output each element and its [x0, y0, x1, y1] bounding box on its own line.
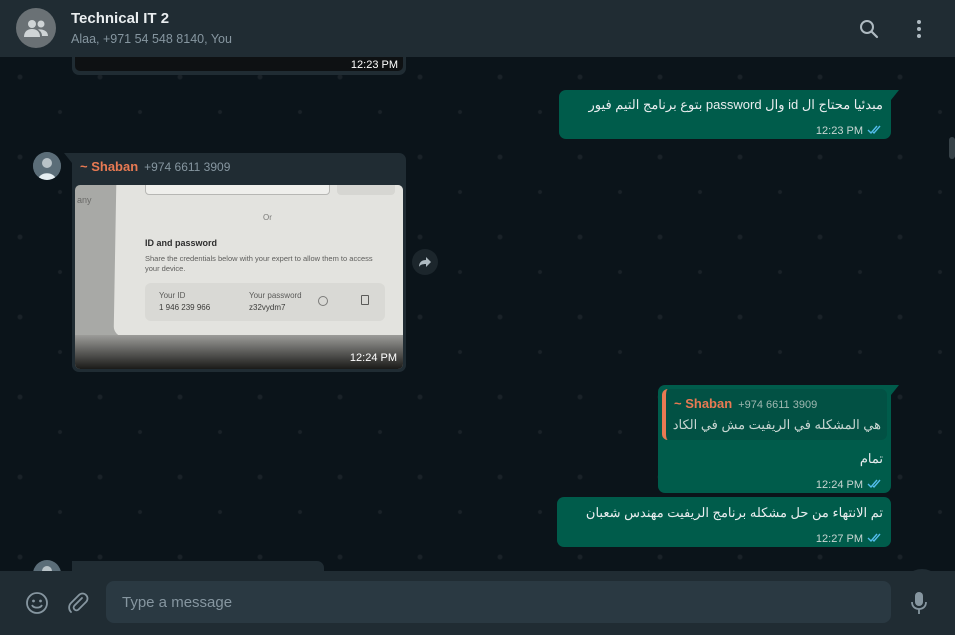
message-time: 12:27 PM — [815, 532, 863, 545]
read-ticks-icon — [867, 123, 883, 138]
search-icon[interactable] — [856, 16, 882, 42]
sender-name[interactable]: ~ Shaban — [80, 159, 138, 174]
refresh-icon — [318, 296, 328, 306]
message-time: 12:23 PM — [815, 124, 863, 137]
message-photo[interactable]: any Or ID and password Share the credent… — [75, 185, 403, 369]
photo-your-id-label: Your ID — [159, 291, 186, 300]
quoted-sender-phone: +974 6611 3909 — [738, 399, 818, 411]
bubble-tail — [891, 90, 899, 100]
partial-incoming-message[interactable] — [72, 561, 324, 571]
photo-text-or: Or — [263, 213, 272, 222]
sender-phone: +974 6611 3909 — [144, 160, 231, 174]
chat-title[interactable]: Technical IT 2 — [71, 10, 169, 27]
message-text: مبدئيا محتاج ال id وال password بتوع برن… — [588, 97, 883, 112]
photo-your-id-value: 1 946 239 966 — [159, 303, 211, 312]
outgoing-message[interactable]: مبدئيا محتاج ال id وال password بتوع برن… — [559, 90, 891, 139]
copy-icon — [361, 295, 369, 305]
photo-your-password-label: Your password — [249, 291, 302, 300]
scrollbar-thumb[interactable] — [949, 137, 955, 159]
bubble-tail — [64, 153, 72, 163]
message-time: 12:24 PM — [349, 352, 397, 364]
incoming-image-message[interactable]: ~ Shaban +974 6611 3909 any Or ID and pa… — [72, 153, 406, 372]
photo-text-any: any — [77, 195, 92, 205]
message-list[interactable]: 12:23 PM مبدئيا محتاج ال id وال password… — [0, 57, 955, 571]
read-ticks-icon — [867, 531, 883, 546]
menu-icon[interactable] — [906, 16, 932, 42]
emoji-icon[interactable] — [24, 590, 50, 616]
quoted-sender-name: ~ Shaban — [674, 396, 733, 411]
message-input[interactable] — [106, 581, 891, 623]
read-ticks-icon — [867, 477, 883, 492]
attach-icon[interactable] — [65, 590, 91, 616]
message-time: 12:23 PM — [350, 59, 398, 71]
photo-description: Share the credentials below with your ex… — [145, 254, 373, 273]
outgoing-message[interactable]: تم الانتهاء من حل مشكله برنامج الريفيت م… — [557, 497, 891, 547]
group-avatar-icon[interactable] — [16, 8, 56, 48]
photo-your-password-value: z32vydm7 — [249, 303, 286, 312]
forward-icon[interactable] — [412, 249, 438, 275]
message-time: 12:24 PM — [815, 478, 863, 491]
sender-avatar[interactable] — [33, 152, 61, 180]
message-composer — [0, 571, 955, 635]
chat-header: Technical IT 2 Alaa, +971 54 548 8140, Y… — [0, 0, 955, 57]
quoted-text: هي المشكله في الريفيت مش في الكاد — [672, 417, 881, 432]
message-text: تمام — [859, 451, 883, 466]
photo-heading: ID and password — [145, 238, 218, 248]
bubble-tail — [891, 385, 899, 395]
outgoing-reply-message[interactable]: ~ Shaban +974 6611 3909 هي المشكله في ال… — [658, 385, 891, 493]
mic-icon[interactable] — [906, 590, 932, 616]
chat-participants: Alaa, +971 54 548 8140, You — [71, 32, 232, 46]
quoted-message[interactable]: ~ Shaban +974 6611 3909 هي المشكله في ال… — [662, 389, 887, 440]
partial-image-message[interactable]: 12:23 PM — [72, 57, 406, 75]
message-text: تم الانتهاء من حل مشكله برنامج الريفيت م… — [585, 505, 883, 520]
